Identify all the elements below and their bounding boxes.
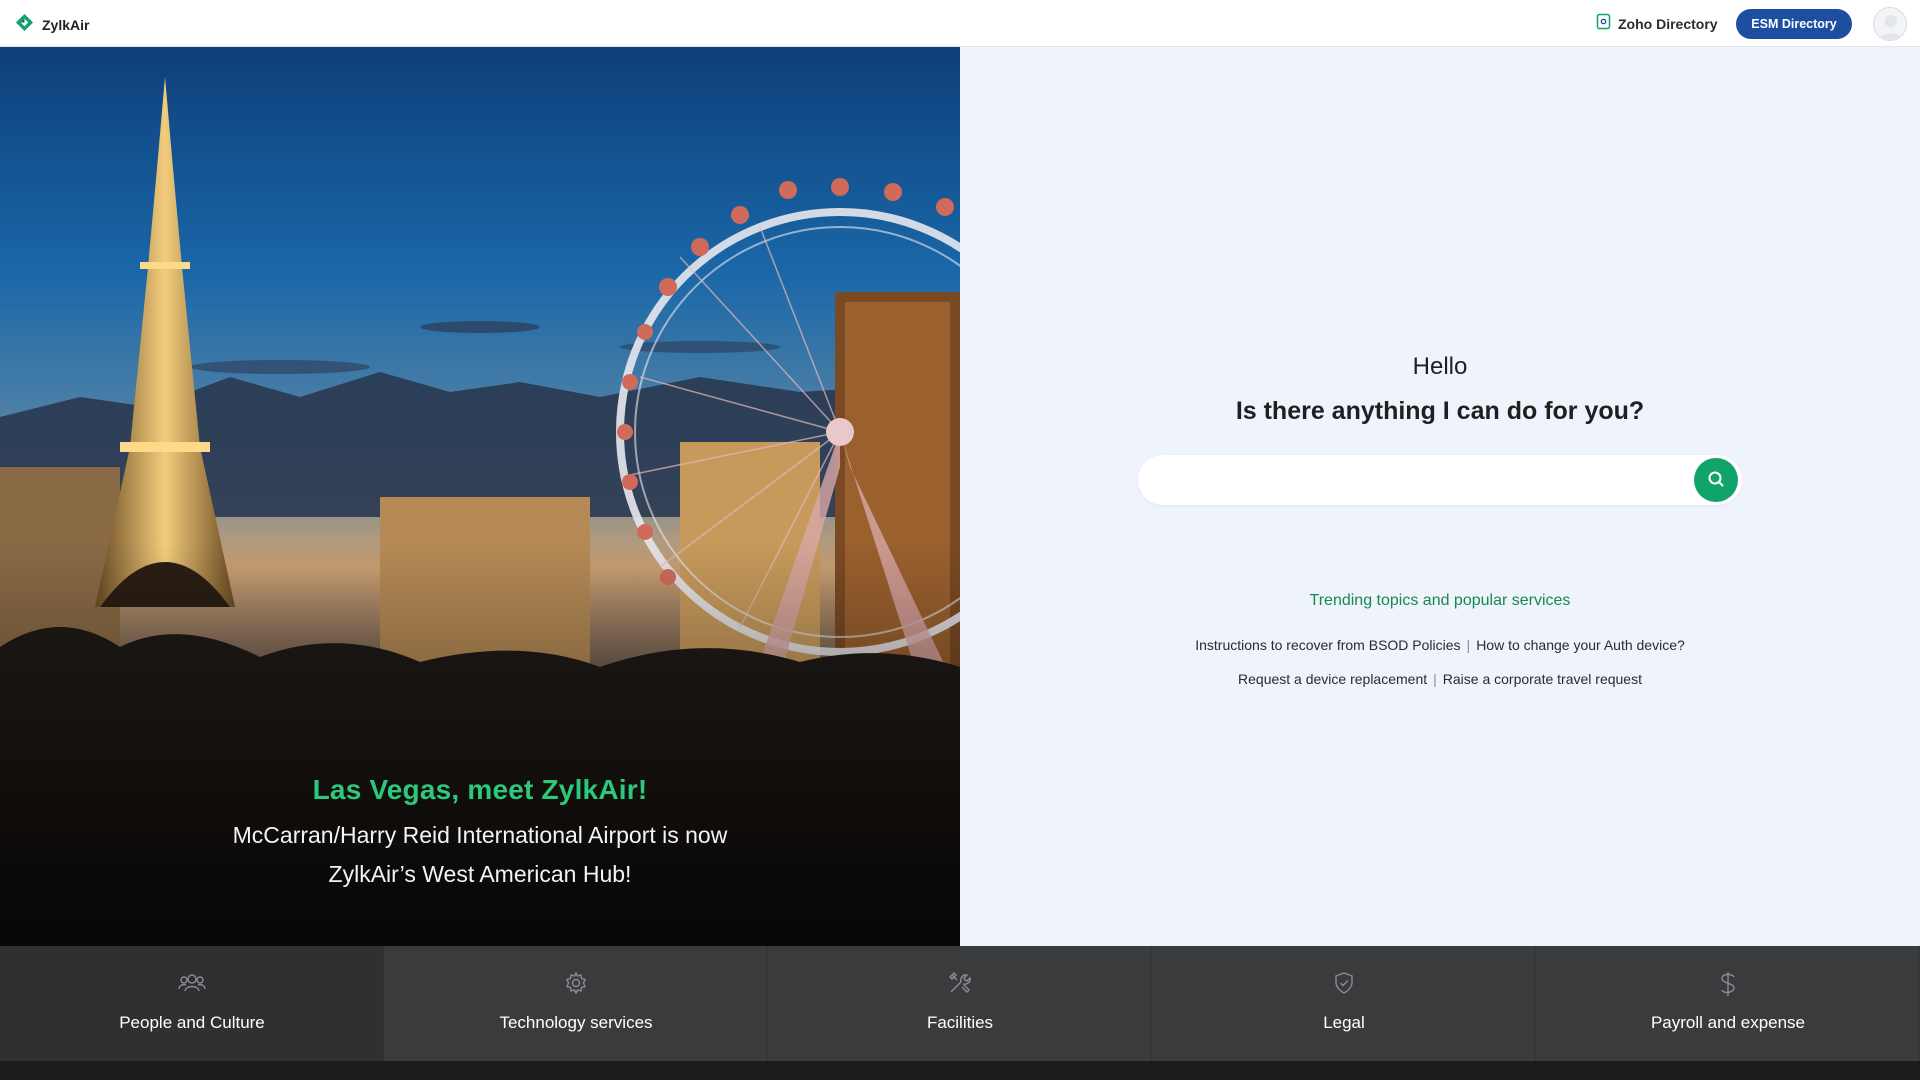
esm-directory-button[interactable]: ESM Directory	[1736, 9, 1852, 39]
link-separator: |	[1433, 671, 1437, 687]
people-icon	[178, 971, 206, 1000]
hero-subtitle-line-1: McCarran/Harry Reid International Airpor…	[232, 822, 728, 848]
category-label: Facilities	[926, 1013, 994, 1032]
search-input[interactable]	[1158, 465, 1678, 495]
search-icon	[1707, 470, 1725, 491]
link-separator: |	[1466, 637, 1471, 653]
greeting: Hello	[1412, 353, 1468, 380]
hero-text: Las Vegas, meet ZylkAir! McCarran/Harry …	[0, 774, 960, 894]
trending-link-auth-device[interactable]: How to change your Auth device?	[1476, 637, 1685, 653]
trending-link-device-replacement[interactable]: Request a device replacement	[1238, 671, 1427, 687]
zoho-directory-link[interactable]: Zoho Directory	[1596, 13, 1718, 35]
hero-subtitle: McCarran/Harry Reid International Airpor…	[0, 816, 960, 894]
brand-name: ZylkAir	[42, 17, 90, 33]
dollar-icon	[1718, 971, 1738, 1002]
hero-title: Las Vegas, meet ZylkAir!	[312, 774, 648, 805]
category-label: Payroll and expense	[1650, 1013, 1806, 1032]
hero-subtitle-line-2: ZylkAir’s West American Hub!	[328, 861, 632, 887]
category-people-and-culture[interactable]: People and Culture	[0, 946, 384, 1061]
trending-heading: Trending topics and popular services	[1309, 592, 1571, 609]
zoho-directory-label: Zoho Directory	[1618, 16, 1718, 32]
trending-link-bsod[interactable]: Instructions to recover from BSOD Polici…	[1195, 637, 1460, 653]
category-facilities[interactable]: Facilities	[768, 946, 1152, 1061]
gear-icon	[564, 971, 588, 1000]
trending-links-row-2: Request a device replacement | Raise a cor…	[960, 671, 1920, 687]
search-question: Is there anything I can do for you?	[1235, 397, 1645, 425]
user-avatar-icon[interactable]	[1873, 7, 1907, 41]
tools-icon	[948, 971, 972, 1000]
shield-check-icon	[1332, 971, 1356, 1000]
brand[interactable]: ZylkAir	[15, 13, 89, 37]
directory-icon	[1596, 13, 1611, 35]
trending-link-travel-request[interactable]: Raise a corporate travel request	[1443, 671, 1642, 687]
category-payroll-and-expense[interactable]: Payroll and expense	[1536, 946, 1920, 1061]
category-legal[interactable]: Legal	[1152, 946, 1536, 1061]
category-bar: People and Culture Technology services F…	[0, 946, 1920, 1061]
top-bar: ZylkAir Zoho Directory ESM Directory	[0, 0, 1920, 47]
search-box	[1138, 455, 1742, 505]
footer-strip	[0, 1061, 1920, 1080]
category-label: Technology services	[499, 1013, 653, 1032]
hero-banner: Las Vegas, meet ZylkAir! McCarran/Harry …	[0, 47, 960, 946]
trending-links-row-1: Instructions to recover from BSOD Polici…	[960, 637, 1920, 653]
category-label: Legal	[1323, 1013, 1365, 1032]
search-button[interactable]	[1694, 458, 1738, 502]
category-technology-services[interactable]: Technology services	[384, 946, 768, 1061]
category-label: People and Culture	[119, 1013, 265, 1032]
search-panel: Hello Is there anything I can do for you…	[960, 47, 1920, 946]
zylkair-logo-icon	[15, 13, 34, 37]
